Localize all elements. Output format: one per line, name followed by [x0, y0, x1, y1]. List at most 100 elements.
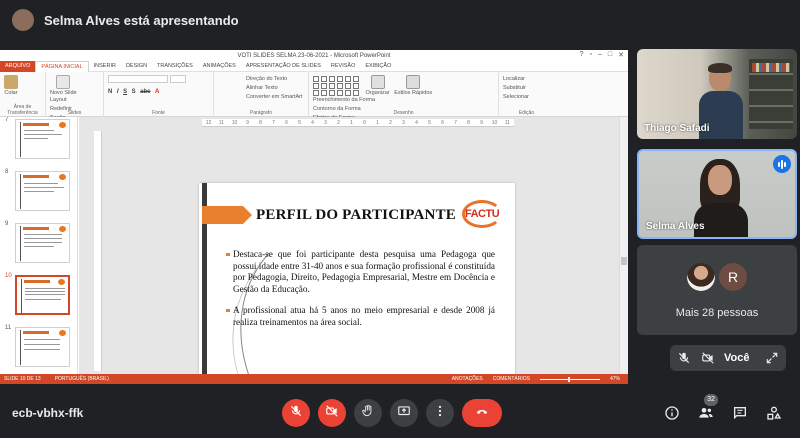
leave-call-button[interactable]	[462, 399, 502, 427]
ribbon-tabs: ARQUIVO PÁGINA INICIAL INSERIR DESIGN TR…	[0, 60, 628, 72]
slide-thumbnail-selected[interactable]	[15, 275, 70, 315]
thumbnail-row[interactable]: 8	[0, 169, 77, 215]
new-slide-icon	[56, 75, 71, 89]
ruler-tick: 4	[415, 119, 418, 126]
participant-name: Selma Alves	[646, 221, 705, 232]
shapes-gallery[interactable]	[313, 76, 360, 96]
italic-icon[interactable]: I	[117, 88, 119, 97]
tab-slideshow[interactable]: APRESENTAÇÃO DE SLIDES	[241, 61, 326, 72]
avatar: R	[719, 263, 747, 291]
ruler-tick: 2	[337, 119, 340, 126]
microphone-button[interactable]	[282, 399, 310, 427]
paste-button[interactable]: Colar	[4, 75, 18, 96]
ppt-titlebar: VOTI SLIDES SELMA 23-06-2021 - Microsoft…	[0, 50, 628, 61]
people-count-badge: 32	[704, 394, 718, 406]
vertical-ruler	[94, 131, 102, 371]
find-button[interactable]: Localizar	[503, 75, 550, 84]
ruler-tick: 9	[246, 119, 249, 126]
mic-off-icon	[289, 404, 303, 423]
shape-fill-button[interactable]: Preenchimento da Forma	[313, 96, 375, 105]
vertical-scrollbar[interactable]	[619, 117, 628, 374]
slide-thumbnail[interactable]	[15, 119, 70, 159]
more-options-button[interactable]	[426, 399, 454, 427]
ruler-tick: 0	[363, 119, 366, 126]
thumbnail-number: 9	[5, 221, 9, 227]
camera-button[interactable]	[318, 399, 346, 427]
chat-button[interactable]	[730, 403, 750, 423]
tab-view[interactable]: EXIBIÇÃO	[360, 61, 396, 72]
tab-review[interactable]: REVISÃO	[326, 61, 360, 72]
tab-insert[interactable]: INSERIR	[89, 61, 121, 72]
replace-button[interactable]: Substituir	[503, 84, 550, 93]
thumbnail-row[interactable]: 11	[0, 325, 77, 371]
more-participants-tile[interactable]: R Mais 28 pessoas	[637, 245, 797, 335]
shadow-icon[interactable]: S	[132, 88, 136, 97]
font-color-icon[interactable]: A	[155, 88, 159, 97]
ribbon-options-icon[interactable]: ▫	[590, 51, 592, 59]
align-text-button[interactable]: Alinhar Texto	[218, 84, 304, 93]
current-slide[interactable]: PERFIL DO PARTICIPANTE FACTU Destaca-se …	[199, 183, 515, 384]
comments-button[interactable]: COMENTÁRIOS	[493, 376, 530, 382]
present-button[interactable]	[390, 399, 418, 427]
tab-file[interactable]: ARQUIVO	[0, 60, 36, 72]
participant-name: Thiago Safadi	[644, 123, 710, 134]
participant-tile-thiago[interactable]: Thiago Safadi	[637, 49, 797, 139]
activities-button[interactable]	[764, 403, 784, 423]
tab-design[interactable]: DESIGN	[121, 61, 152, 72]
thumbnail-row[interactable]: 7	[0, 117, 77, 163]
help-icon[interactable]: ?	[580, 51, 584, 59]
raise-hand-button[interactable]	[354, 399, 382, 427]
select-button[interactable]: Selecionar	[503, 93, 550, 102]
zoom-level[interactable]: 47%	[610, 376, 620, 382]
quick-styles-button[interactable]: Estilos Rápidos	[394, 75, 432, 96]
participant-tile-selma[interactable]: Selma Alves	[637, 149, 797, 239]
slides-group-label: Slides	[67, 110, 82, 116]
notes-button[interactable]: ANOTAÇÕES	[452, 376, 483, 382]
ppt-status-bar: SLIDE 10 DE 13 PORTUGUÊS (BRASIL) ANOTAÇ…	[0, 374, 628, 384]
self-view-bar[interactable]: Você	[670, 345, 786, 371]
font-name-box[interactable]	[108, 75, 168, 83]
layout-button[interactable]: Layout	[50, 96, 72, 105]
call-controls	[282, 399, 502, 427]
people-button[interactable]: 32	[696, 394, 718, 423]
avatar	[687, 263, 715, 291]
tab-animations[interactable]: ANIMAÇÕES	[198, 61, 241, 72]
tab-home[interactable]: PÁGINA INICIAL	[35, 60, 89, 72]
factu-logo: FACTU	[462, 200, 502, 228]
hangup-icon	[473, 404, 491, 423]
bold-icon[interactable]: N	[108, 88, 112, 97]
status-slide-count: SLIDE 10 DE 13	[4, 376, 41, 382]
hand-icon	[361, 404, 375, 423]
arrange-button[interactable]: Organizar	[366, 75, 390, 96]
close-icon[interactable]: ✕	[618, 51, 624, 59]
slide-bullet-1: Destaca-se que foi participante desta pe…	[226, 249, 495, 295]
shared-screen[interactable]: VOTI SLIDES SELMA 23-06-2021 - Microsoft…	[0, 50, 628, 384]
status-language: PORTUGUÊS (BRASIL)	[54, 376, 109, 382]
font-size-box[interactable]	[169, 75, 186, 83]
thumbnail-row[interactable]: 9	[0, 221, 77, 267]
presenter-avatar	[12, 9, 34, 31]
thumbnail-row[interactable]: 10	[0, 273, 77, 319]
presenter-banner: Selma Alves está apresentando	[0, 0, 800, 40]
ruler-tick: 10	[491, 119, 498, 126]
activities-icon	[767, 406, 782, 420]
underline-icon[interactable]: S	[123, 88, 127, 97]
slide-thumbnail[interactable]	[15, 223, 70, 263]
tab-transitions[interactable]: TRANSIÇÕES	[152, 61, 198, 72]
expand-icon[interactable]	[764, 350, 780, 366]
info-button[interactable]	[662, 403, 682, 423]
minimize-icon[interactable]: –	[598, 51, 602, 59]
zoom-slider[interactable]	[539, 376, 600, 382]
convert-smartart-button[interactable]: Converter em SmartArt	[218, 93, 304, 102]
bookshelf-background	[749, 59, 793, 129]
bullet-marker	[226, 309, 230, 312]
slide-thumbnail[interactable]	[15, 327, 70, 367]
slide-thumbnails-pane[interactable]: 7 8 9 10 11	[0, 117, 78, 375]
text-direction-button[interactable]: Direção do Texto	[218, 75, 304, 84]
maximize-icon[interactable]: □	[608, 51, 612, 59]
strikethrough-icon[interactable]: abc	[140, 88, 150, 97]
new-slide-button[interactable]: Novo Slide	[50, 75, 77, 96]
slide-editing-area[interactable]: 1211109876543210123456789101112 PERFIL D…	[79, 117, 628, 384]
slide-thumbnail[interactable]	[15, 171, 70, 211]
quick-styles-icon	[406, 75, 421, 89]
